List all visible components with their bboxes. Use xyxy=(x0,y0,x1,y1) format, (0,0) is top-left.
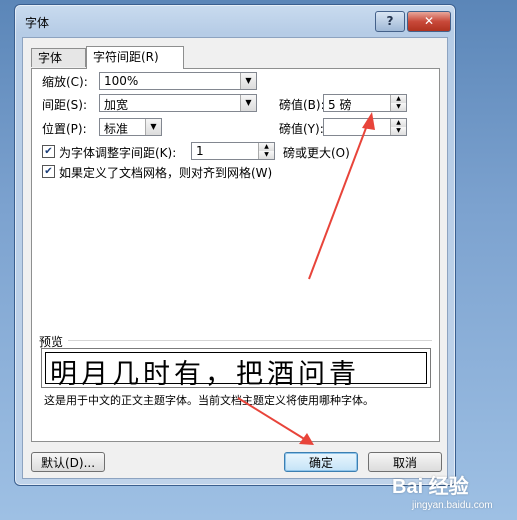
watermark-url: jingyan.baidu.com xyxy=(412,500,493,511)
baidu-watermark: Bai 经验 jingyan.baidu.com xyxy=(392,470,493,511)
arrow-to-ok-icon xyxy=(237,397,314,445)
arrow-to-spacing-by-icon xyxy=(308,112,375,280)
tab-character-spacing[interactable]: 字符间距(R) xyxy=(86,46,184,69)
annotation-arrows xyxy=(237,112,375,445)
watermark-brand: Bai 经验 xyxy=(392,476,469,498)
